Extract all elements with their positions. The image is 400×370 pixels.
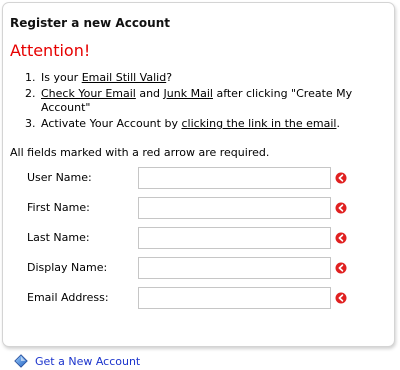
email-still-valid-link[interactable]: Email Still Valid (82, 71, 166, 84)
get-new-account-link[interactable]: Get a New Account (14, 353, 140, 369)
diamond-icon (14, 354, 28, 368)
step-text: . (336, 117, 340, 130)
last-name-input[interactable] (138, 227, 331, 249)
required-arrow-icon (335, 172, 347, 184)
attention-heading: Attention! (10, 41, 91, 60)
step-text: and (135, 87, 164, 100)
instruction-item: 1. Is your Email Still Valid? (25, 71, 381, 85)
form-row-email-address: Email Address: (27, 287, 357, 309)
step-text: Activate Your Account by (41, 117, 182, 130)
step-text: ? (166, 71, 173, 84)
form-row-last-name: Last Name: (27, 227, 357, 249)
email-address-input[interactable] (138, 287, 331, 309)
step-number: 3. (25, 117, 36, 130)
form-row-display-name: Display Name: (27, 257, 357, 279)
user-name-input[interactable] (138, 167, 331, 189)
step-text: Is your (41, 71, 82, 84)
junk-mail-link[interactable]: Junk Mail (164, 87, 213, 100)
first-name-input[interactable] (138, 197, 331, 219)
required-arrow-icon (335, 292, 347, 304)
step-number: 2. (25, 87, 36, 100)
user-name-label: User Name: (27, 171, 92, 184)
instruction-item: 3. Activate Your Account by clicking the … (25, 117, 381, 131)
step-number: 1. (25, 71, 36, 84)
required-arrow-icon (335, 262, 347, 274)
form-row-user-name: User Name: (27, 167, 357, 189)
last-name-label: Last Name: (27, 231, 90, 244)
required-arrow-icon (335, 202, 347, 214)
instruction-item: 2. Check Your Email and Junk Mail after c… (25, 87, 381, 115)
form-row-first-name: First Name: (27, 197, 357, 219)
activation-link[interactable]: clicking the link in the email (181, 117, 336, 130)
instruction-list: 1. Is your Email Still Valid? 2. Check You… (25, 71, 381, 133)
required-note: All fields marked with a red arrow are r… (10, 146, 270, 159)
required-arrow-icon (335, 232, 347, 244)
display-name-input[interactable] (138, 257, 331, 279)
panel-title: Register a new Account (10, 16, 170, 30)
first-name-label: First Name: (27, 201, 90, 214)
get-new-account-label: Get a New Account (35, 354, 141, 368)
email-address-label: Email Address: (27, 291, 109, 304)
display-name-label: Display Name: (27, 261, 108, 274)
check-your-email-link[interactable]: Check Your Email (41, 87, 136, 100)
